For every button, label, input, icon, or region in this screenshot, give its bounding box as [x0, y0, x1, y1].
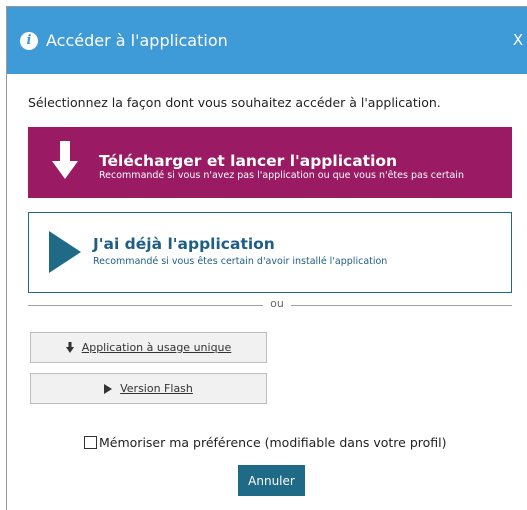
download-option-subtitle: Recommandé si vous n'avez pas l'applicat… [99, 170, 464, 181]
flash-version-button[interactable]: Version Flash [30, 373, 267, 404]
dialog-title: Accéder à l'application [46, 31, 228, 50]
arrow-down-icon [65, 342, 74, 353]
remember-preference: Mémoriser ma préférence (modifiable dans… [84, 435, 447, 450]
remember-preference-label: Mémoriser ma préférence (modifiable dans… [99, 435, 447, 450]
download-launch-option[interactable]: Télécharger et lancer l'application Reco… [28, 127, 512, 198]
separator-label: ou [270, 297, 284, 310]
dialog-prompt: Sélectionnez la façon dont vous souhaite… [28, 95, 441, 110]
have-app-option-subtitle: Recommandé si vous êtes certain d'avoir … [93, 256, 388, 267]
info-icon: i [20, 31, 38, 50]
dialog-titlebar: i Accéder à l'application X [7, 7, 527, 74]
separator-line-right [291, 305, 512, 306]
flash-version-label: Version Flash [120, 382, 193, 395]
separator-line-left [28, 305, 263, 306]
access-app-dialog: i Accéder à l'application X Sélectionnez… [6, 6, 527, 510]
cancel-button[interactable]: Annuler [238, 465, 305, 496]
remember-preference-checkbox[interactable] [84, 436, 97, 449]
play-icon [49, 231, 81, 273]
already-have-app-option[interactable]: J'ai déjà l'application Recommandé si vo… [28, 212, 512, 293]
single-use-app-button[interactable]: Application à usage unique [30, 332, 267, 363]
have-app-option-title: J'ai déjà l'application [93, 235, 275, 253]
close-button[interactable]: X [511, 29, 525, 51]
arrow-down-icon [52, 141, 78, 179]
download-option-title: Télécharger et lancer l'application [99, 152, 398, 170]
single-use-app-label: Application à usage unique [81, 341, 232, 354]
play-icon [104, 383, 113, 394]
